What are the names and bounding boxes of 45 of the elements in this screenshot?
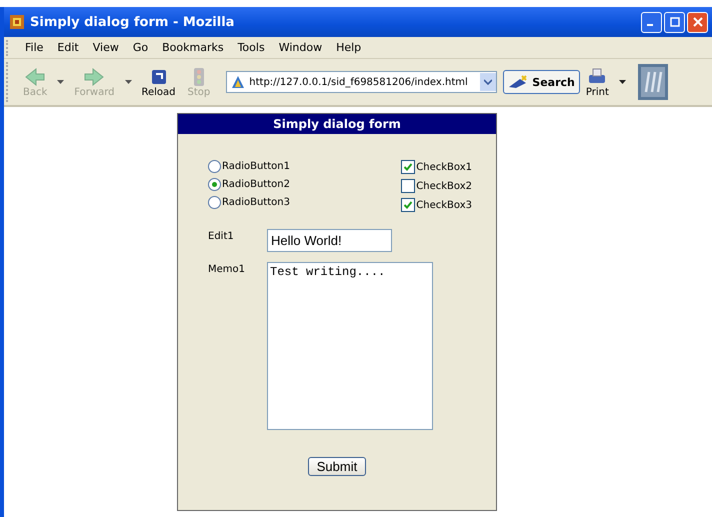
field-label: Memo1 bbox=[208, 263, 246, 277]
search-button[interactable]: Search bbox=[503, 70, 580, 94]
memo-field[interactable]: Test writing.... bbox=[267, 262, 433, 430]
radio-label: RadioButton1 bbox=[222, 161, 290, 172]
app-icon bbox=[10, 15, 24, 29]
checkbox[interactable] bbox=[401, 160, 416, 174]
close-icon bbox=[692, 17, 702, 27]
maximize-icon bbox=[670, 17, 680, 27]
submit-button[interactable]: Submit bbox=[308, 457, 366, 476]
menu-item[interactable]: Bookmarks bbox=[156, 41, 230, 54]
checkbox-label: CheckBox2 bbox=[416, 180, 472, 192]
dialog-title: Simply dialog form bbox=[178, 114, 496, 134]
address-field[interactable]: http://127.0.0.1/sid_f698581206/index.html bbox=[226, 71, 498, 93]
chevron-down-icon bbox=[484, 79, 492, 85]
menu-item[interactable]: Edit bbox=[51, 41, 85, 54]
menu-item[interactable]: View bbox=[86, 41, 125, 54]
minimize-button[interactable] bbox=[641, 12, 662, 32]
dropdown-arrow-icon[interactable] bbox=[618, 80, 626, 84]
reload-button[interactable]: Reload bbox=[136, 66, 182, 98]
page-icon bbox=[231, 75, 246, 89]
logo-icon bbox=[638, 64, 668, 100]
radio-label: RadioButton3 bbox=[222, 197, 290, 208]
maximize-button[interactable] bbox=[664, 12, 685, 32]
minimize-icon bbox=[647, 24, 653, 26]
text-field[interactable]: Hello World! bbox=[267, 229, 392, 252]
menu-item[interactable]: Help bbox=[330, 41, 368, 54]
checkbox-label: CheckBox3 bbox=[416, 200, 472, 210]
print-button[interactable]: Print bbox=[580, 66, 615, 98]
menu-item[interactable]: Go bbox=[126, 41, 154, 54]
checkbox[interactable] bbox=[401, 179, 416, 193]
menu-item[interactable]: File bbox=[19, 41, 50, 54]
dropdown-button[interactable] bbox=[480, 73, 496, 91]
radio-button[interactable] bbox=[208, 196, 221, 209]
menu-item[interactable]: Tools bbox=[232, 41, 271, 54]
menu-item[interactable]: Window bbox=[272, 41, 328, 54]
checkbox-label: CheckBox1 bbox=[416, 162, 472, 172]
window-title: Simply dialog form - Mozilla bbox=[30, 14, 236, 30]
checkbox[interactable] bbox=[401, 198, 416, 212]
left-arrow-icon bbox=[24, 66, 46, 86]
radio-button[interactable] bbox=[208, 160, 221, 173]
right-arrow-icon bbox=[83, 66, 106, 86]
radio-button[interactable] bbox=[208, 178, 221, 191]
radio-label: RadioButton2 bbox=[222, 179, 290, 190]
field-label: Edit1 bbox=[208, 230, 235, 244]
close-button[interactable] bbox=[687, 12, 708, 32]
